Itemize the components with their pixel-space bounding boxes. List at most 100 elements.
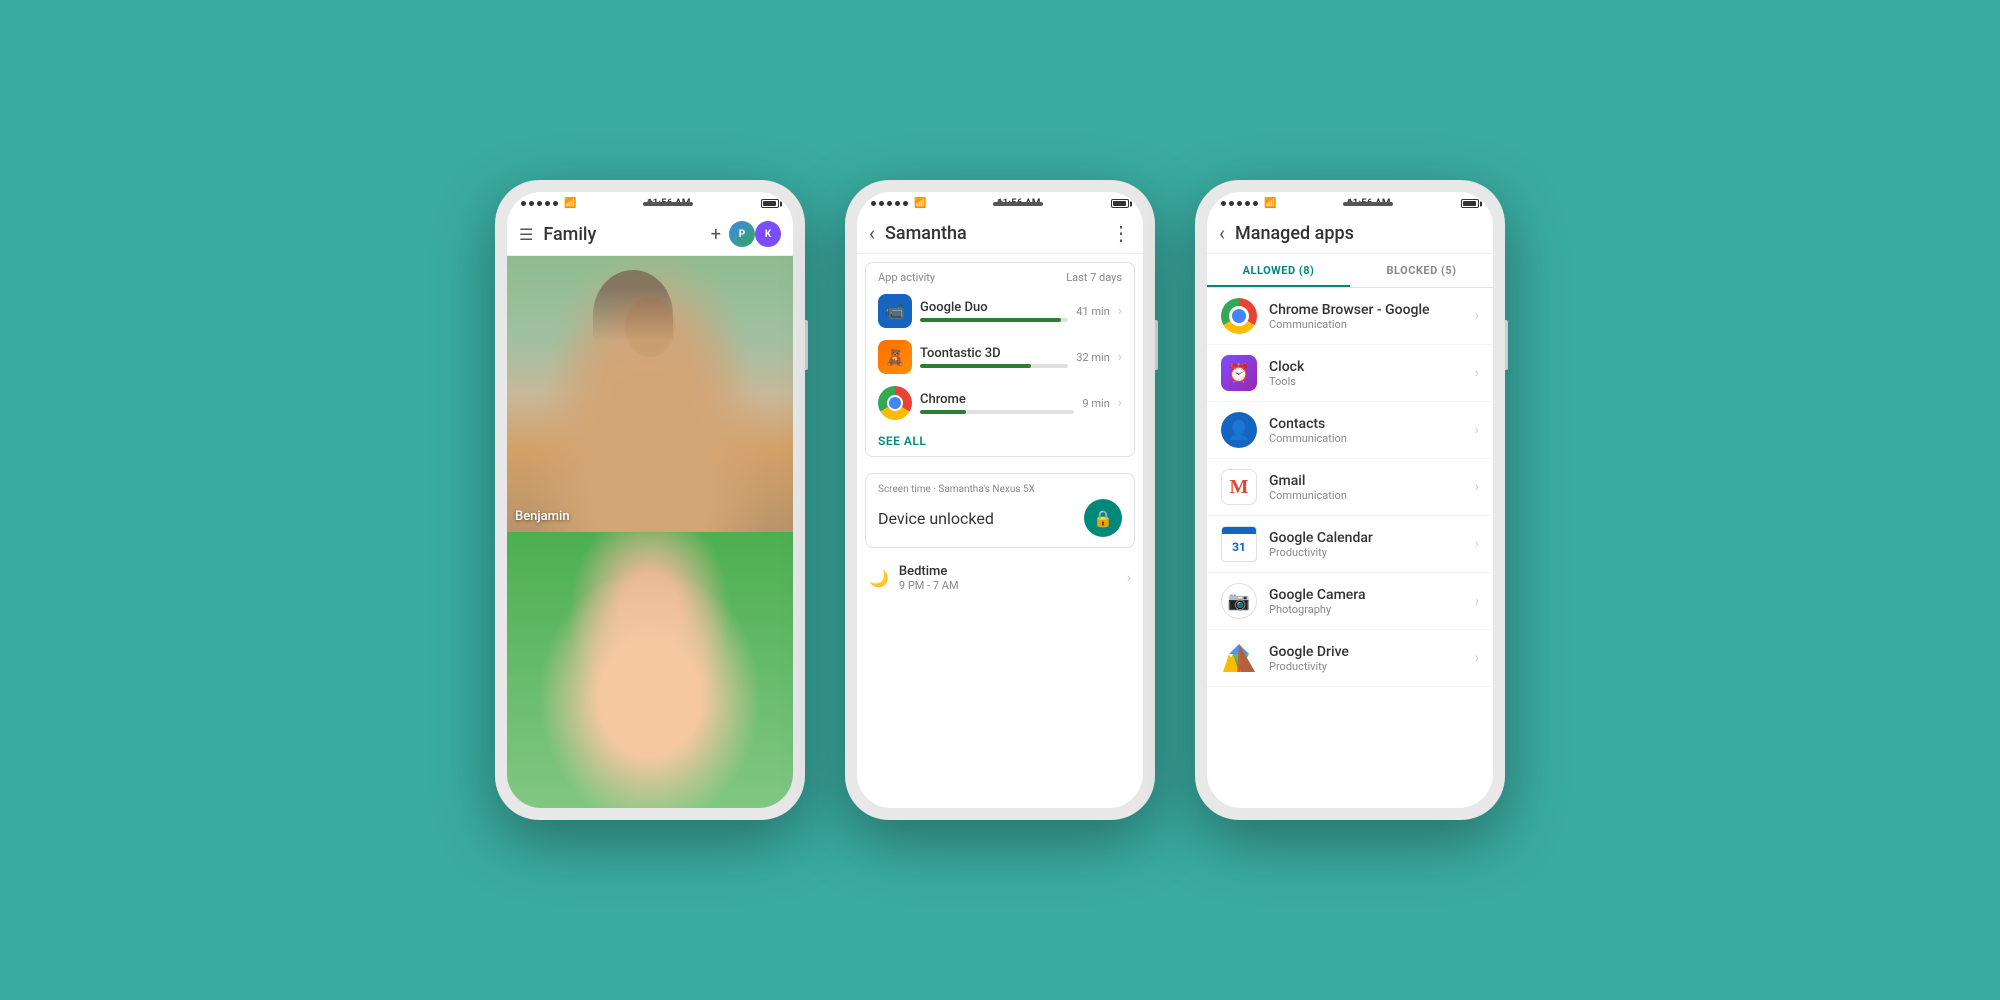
app-activity-card: App activity Last 7 days 📹 Google Duo 41… xyxy=(865,262,1135,457)
gcal-top-bar xyxy=(1222,527,1256,534)
children-photos: Benjamin xyxy=(507,256,793,808)
list-item-gcal[interactable]: 31 Google Calendar Productivity › xyxy=(1207,516,1493,573)
phone-2: 📶 11:56 AM ‹ Samantha ⋮ App activity Las… xyxy=(845,180,1155,820)
bedtime-content: Bedtime 9 PM - 7 AM xyxy=(899,564,1117,592)
gmail-app-icon: M xyxy=(1221,469,1257,505)
phone-1-screen: 📶 11:56 AM ☰ Family + P K xyxy=(507,192,793,808)
avatar-p[interactable]: P xyxy=(729,221,755,247)
dot3 xyxy=(887,201,892,206)
list-item-contacts[interactable]: 👤 Contacts Communication › xyxy=(1207,402,1493,459)
toontastic-progress-fill xyxy=(920,364,1031,368)
avatar-k[interactable]: K xyxy=(755,221,781,247)
contacts-app-icon: 👤 xyxy=(1221,412,1257,448)
gdrive-name: Google Drive xyxy=(1269,644,1463,660)
chrome-activity-content: Chrome xyxy=(920,392,1074,414)
app-item-chrome-activity[interactable]: Chrome 9 min › xyxy=(866,380,1134,426)
gcam-info: Google Camera Photography xyxy=(1269,587,1463,616)
side-button-3 xyxy=(1505,320,1508,370)
chrome-progress-fill xyxy=(920,410,966,414)
activity-period: Last 7 days xyxy=(1066,271,1122,284)
screen-time-header-label: Screen time · Samantha's Nexus 5X xyxy=(878,484,1122,495)
chrome-browser-name: Chrome Browser - Google xyxy=(1269,302,1463,318)
more-options-button[interactable]: ⋮ xyxy=(1111,221,1131,245)
signal-dots-2: 📶 xyxy=(871,198,926,209)
tab-blocked[interactable]: BLOCKED (5) xyxy=(1350,254,1493,287)
signal-dot-3 xyxy=(537,201,542,206)
app-item-toontastic[interactable]: 🧸 Toontastic 3D 32 min › xyxy=(866,334,1134,380)
back-button[interactable]: ‹ xyxy=(869,221,875,245)
dot5-3 xyxy=(1253,201,1258,206)
wifi-icon-3: 📶 xyxy=(1264,198,1276,209)
child-name-benjamin: Benjamin xyxy=(515,509,570,524)
dot4 xyxy=(895,201,900,206)
status-bar-2: 📶 11:56 AM xyxy=(857,192,1143,213)
add-member-button[interactable]: + xyxy=(711,224,721,245)
gcal-category: Productivity xyxy=(1269,546,1463,559)
back-button-3[interactable]: ‹ xyxy=(1219,221,1225,245)
contacts-category: Communication xyxy=(1269,432,1463,445)
header-actions: + P K xyxy=(711,221,781,247)
list-item-gcam[interactable]: 📷 Google Camera Photography › xyxy=(1207,573,1493,630)
clock-info: Clock Tools xyxy=(1269,359,1463,388)
screen-time-card: Screen time · Samantha's Nexus 5X Device… xyxy=(865,473,1135,548)
toontastic-app-icon: 🧸 xyxy=(878,340,912,374)
bedtime-item[interactable]: 🌙 Bedtime 9 PM - 7 AM › xyxy=(857,556,1143,600)
child-photo-benjamin[interactable]: Benjamin xyxy=(507,256,793,532)
list-item-clock[interactable]: ⏰ Clock Tools › xyxy=(1207,345,1493,402)
battery-fill-2 xyxy=(1113,201,1126,206)
phone-3-screen: 📶 11:56 AM ‹ Managed apps ALLOWED (8) BL… xyxy=(1207,192,1493,808)
dot2-3 xyxy=(1229,201,1234,206)
samantha-header: ‹ Samantha ⋮ xyxy=(857,213,1143,254)
battery-icon-3 xyxy=(1461,199,1479,208)
clock-category: Tools xyxy=(1269,375,1463,388)
gcal-info: Google Calendar Productivity xyxy=(1269,530,1463,559)
chrome-activity-app-icon xyxy=(878,386,912,420)
phone-3: 📶 11:56 AM ‹ Managed apps ALLOWED (8) BL… xyxy=(1195,180,1505,820)
time-display-1: 11:56 AM xyxy=(647,198,691,209)
duo-chevron: › xyxy=(1118,303,1122,319)
gmail-category: Communication xyxy=(1269,489,1463,502)
child-photo-girl[interactable] xyxy=(507,532,793,808)
battery-icon-2 xyxy=(1111,199,1129,208)
battery-fill-3 xyxy=(1463,201,1476,206)
side-button xyxy=(805,320,808,370)
tab-allowed[interactable]: ALLOWED (8) xyxy=(1207,254,1350,287)
duo-activity-content: Google Duo xyxy=(920,300,1068,322)
toontastic-progress-bar xyxy=(920,364,1068,368)
dot1-3 xyxy=(1221,201,1226,206)
gmail-name: Gmail xyxy=(1269,473,1463,489)
chrome-browser-category: Communication xyxy=(1269,318,1463,331)
list-item-gdrive[interactable]: Google Drive Productivity › xyxy=(1207,630,1493,687)
signal-dot-1 xyxy=(521,201,526,206)
family-title: Family xyxy=(543,224,710,245)
list-item-chrome[interactable]: Chrome Browser - Google Communication › xyxy=(1207,288,1493,345)
toontastic-chevron: › xyxy=(1118,349,1122,365)
family-header: ☰ Family + P K xyxy=(507,213,793,256)
gcam-category: Photography xyxy=(1269,603,1463,616)
gcam-app-icon: 📷 xyxy=(1221,583,1257,619)
duo-progress-fill xyxy=(920,318,1061,322)
dot2 xyxy=(879,201,884,206)
chrome-browser-info: Chrome Browser - Google Communication xyxy=(1269,302,1463,331)
managed-app-list: Chrome Browser - Google Communication › … xyxy=(1207,288,1493,808)
gdrive-list-chevron: › xyxy=(1475,650,1479,666)
gcal-list-chevron: › xyxy=(1475,536,1479,552)
chrome-list-chevron: › xyxy=(1475,308,1479,324)
lock-device-button[interactable]: 🔒 xyxy=(1084,499,1122,537)
signal-dot-5 xyxy=(553,201,558,206)
child-photo-top-img xyxy=(507,256,793,532)
menu-icon[interactable]: ☰ xyxy=(519,225,533,244)
gcal-app-icon: 31 xyxy=(1221,526,1257,562)
list-item-gmail[interactable]: M Gmail Communication › xyxy=(1207,459,1493,516)
gmail-info: Gmail Communication xyxy=(1269,473,1463,502)
time-display-2: 11:56 AM xyxy=(997,198,1041,209)
moon-icon: 🌙 xyxy=(869,569,889,588)
clock-name: Clock xyxy=(1269,359,1463,375)
app-item-duo[interactable]: 📹 Google Duo 41 min › xyxy=(866,288,1134,334)
signal-dot-2 xyxy=(529,201,534,206)
battery-fill-1 xyxy=(763,201,776,206)
see-all-button[interactable]: SEE ALL xyxy=(866,426,1134,456)
signal-dots-3: 📶 xyxy=(1221,198,1276,209)
screen-time-content: Device unlocked 🔒 xyxy=(878,499,1122,537)
managed-apps-header: ‹ Managed apps xyxy=(1207,213,1493,254)
